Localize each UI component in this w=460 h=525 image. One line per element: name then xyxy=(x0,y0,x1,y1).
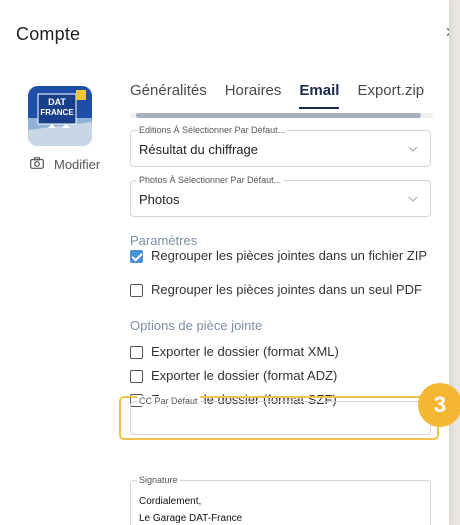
signature-line-1: Cordialement, xyxy=(139,496,202,507)
editions-select[interactable]: Editions À Sélectionner Par Défaut... Ré… xyxy=(130,125,431,167)
photos-legend: Photos À Sélectionner Par Défaut... xyxy=(137,175,284,185)
signature-textarea[interactable]: Signature Cordialement, Le Garage DAT-Fr… xyxy=(130,475,431,525)
logo-text-dat: DAT xyxy=(48,97,66,107)
tab-email[interactable]: Email xyxy=(299,82,340,109)
option-xml-label: Exporter le dossier (format XML) xyxy=(151,344,339,359)
dialog-title: Compte xyxy=(16,24,81,44)
tab-generalites[interactable]: Généralités xyxy=(130,82,207,104)
logo-text-france: FRANCE xyxy=(40,108,74,117)
option-zip-label: Regrouper les pièces jointes dans un fic… xyxy=(151,248,428,263)
modify-label: Modifier xyxy=(54,156,101,172)
option-xml[interactable]: Exporter le dossier (format XML) xyxy=(130,344,430,360)
checkbox-xml[interactable] xyxy=(130,346,143,359)
option-adz[interactable]: Exporter le dossier (format ADZ) xyxy=(130,368,430,384)
account-dialog: Compte ✕ DAT FRANCE Modifier Généralités… xyxy=(0,0,449,525)
editions-value: Résultat du chiffrage xyxy=(139,142,258,157)
checkbox-adz[interactable] xyxy=(130,370,143,383)
tab-export-zip[interactable]: Export.zip xyxy=(357,82,424,104)
photos-select[interactable]: Photos À Sélectionner Par Défaut... Phot… xyxy=(130,175,431,217)
option-pdf-label: Regrouper les pièces jointes dans un seu… xyxy=(151,282,422,297)
camera-icon xyxy=(30,156,44,172)
signature-line-2: Le Garage DAT-France xyxy=(139,513,243,524)
modify-photo-button[interactable]: Modifier xyxy=(30,156,100,172)
cc-input[interactable]: CC Par Défaut xyxy=(130,396,431,435)
parametres-heading: Paramètres xyxy=(130,233,198,248)
tabs-scrollbar-thumb[interactable] xyxy=(136,113,421,118)
option-adz-label: Exporter le dossier (format ADZ) xyxy=(151,368,338,383)
signature-legend: Signature xyxy=(137,475,180,485)
cc-legend: CC Par Défaut xyxy=(137,396,200,406)
account-logo: DAT FRANCE xyxy=(28,86,92,146)
photos-value: Photos xyxy=(139,192,180,207)
chevron-down-icon xyxy=(408,146,418,152)
piece-jointe-heading: Options de pièce jointe xyxy=(130,318,263,333)
editions-legend: Editions À Sélectionner Par Défaut... xyxy=(137,125,288,135)
checkbox-zip[interactable] xyxy=(130,250,143,263)
close-icon[interactable]: ✕ xyxy=(445,25,449,39)
tab-bar: Généralités Horaires Email Export.zip xyxy=(130,82,424,109)
option-zip[interactable]: Regrouper les pièces jointes dans un fic… xyxy=(130,248,430,264)
step-badge: 3 xyxy=(418,383,460,427)
tab-horaires[interactable]: Horaires xyxy=(225,82,282,104)
tabs-scrollbar[interactable] xyxy=(130,113,433,118)
option-pdf[interactable]: Regrouper les pièces jointes dans un seu… xyxy=(130,282,430,298)
checkbox-pdf[interactable] xyxy=(130,284,143,297)
chevron-down-icon xyxy=(408,196,418,202)
background-strip xyxy=(449,0,460,525)
